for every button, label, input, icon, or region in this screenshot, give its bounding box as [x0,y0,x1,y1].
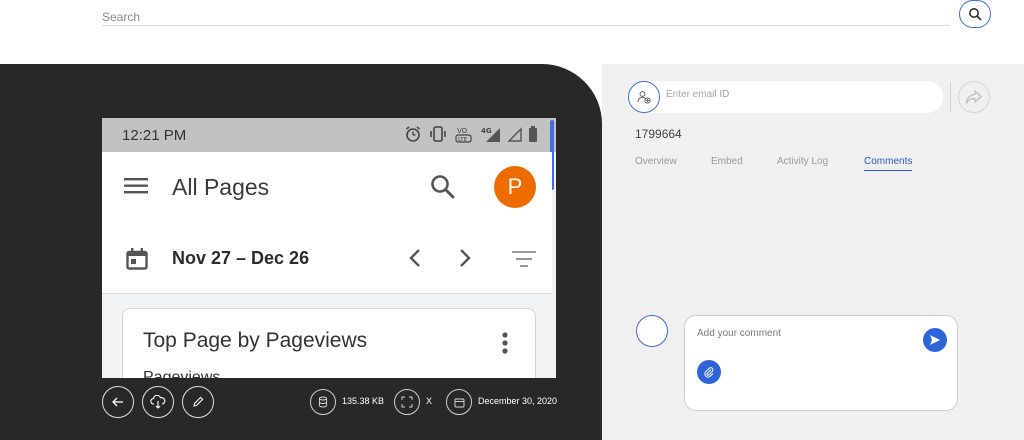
network-4g-icon: 4G [481,127,500,142]
share-email-row [628,81,943,113]
tab-activity-log[interactable]: Activity Log [777,156,828,170]
phone-app-title: All Pages [172,174,270,200]
svg-text:VO: VO [457,127,468,135]
share-arrow-icon [965,90,982,104]
database-icon [318,396,328,408]
phone-date-range: Nov 27 – Dec 26 [172,248,310,268]
phone-search-icon [431,175,455,199]
tab-embed[interactable]: Embed [711,156,743,170]
phone-app-bar: All Pages P [102,152,552,224]
battery-icon [529,126,537,142]
dimensions-text: X [426,396,433,406]
search-bar [102,8,950,26]
download-button[interactable] [142,386,174,418]
date-text: December 30, 2020 [478,396,558,406]
svg-text:4G: 4G [481,127,492,135]
date-badge [446,389,472,415]
attach-file-button[interactable] [697,360,721,384]
alarm-icon [406,126,420,142]
status-icons: VO LTE 4G [404,124,538,144]
card-title: Top Page by Pageviews [143,329,368,352]
phone-date-bar: Nov 27 – Dec 26 [102,224,552,294]
send-comment-button[interactable] [923,328,947,352]
back-button[interactable] [102,386,134,418]
tab-overview[interactable]: Overview [635,156,677,170]
arrow-left-icon [112,397,123,407]
file-size-badge [310,389,336,415]
chevron-right-icon [460,249,471,267]
phone-avatar: P [494,166,536,208]
dimensions-badge [394,389,420,415]
status-time: 12:21 PM [122,127,187,144]
add-user-icon [637,91,651,104]
chevron-left-icon [409,249,420,267]
cloud-download-icon [150,395,166,409]
comment-input[interactable] [697,328,917,339]
comment-box [684,315,958,411]
share-button[interactable] [958,81,990,113]
paperclip-icon [704,367,714,378]
edit-button[interactable] [182,386,214,418]
share-divider [950,82,951,112]
image-viewer: 12:21 PM VO LTE 4G All Pages P Nov 27 – … [0,64,602,440]
app-root: 12:21 PM VO LTE 4G All Pages P [0,0,1024,440]
viewer-toolbar: 135.38 KB X December 30, 2020 [0,377,602,427]
add-user-button[interactable] [628,81,660,113]
calendar-icon [126,248,148,270]
phone-screenshot: 12:21 PM VO LTE 4G All Pages P Nov 27 – … [102,118,556,378]
filter-icon [512,251,536,267]
hamburger-menu-icon [124,178,148,194]
volte-icon: VO LTE [455,127,472,143]
file-size-text: 135.38 KB [342,396,385,406]
phone-status-bar: 12:21 PM VO LTE 4G [102,118,556,190]
signal-icon [508,127,522,142]
tab-comments[interactable]: Comments [864,156,913,171]
search-button[interactable] [959,0,991,28]
search-input[interactable] [102,8,950,26]
svg-text:LTE: LTE [458,137,468,143]
email-input[interactable] [666,89,926,100]
pencil-icon [193,396,204,407]
vibrate-icon [430,126,446,142]
search-icon [969,8,982,21]
calendar-small-icon [454,398,464,407]
more-vertical-icon [502,332,508,354]
details-panel: 1799664 Overview Embed Activity Log Comm… [602,64,1024,440]
send-icon [930,335,940,345]
document-id: 1799664 [635,127,682,141]
expand-icon [401,396,413,408]
phone-report-card: Top Page by Pageviews Pageviews [122,308,536,378]
comment-avatar [636,315,668,347]
